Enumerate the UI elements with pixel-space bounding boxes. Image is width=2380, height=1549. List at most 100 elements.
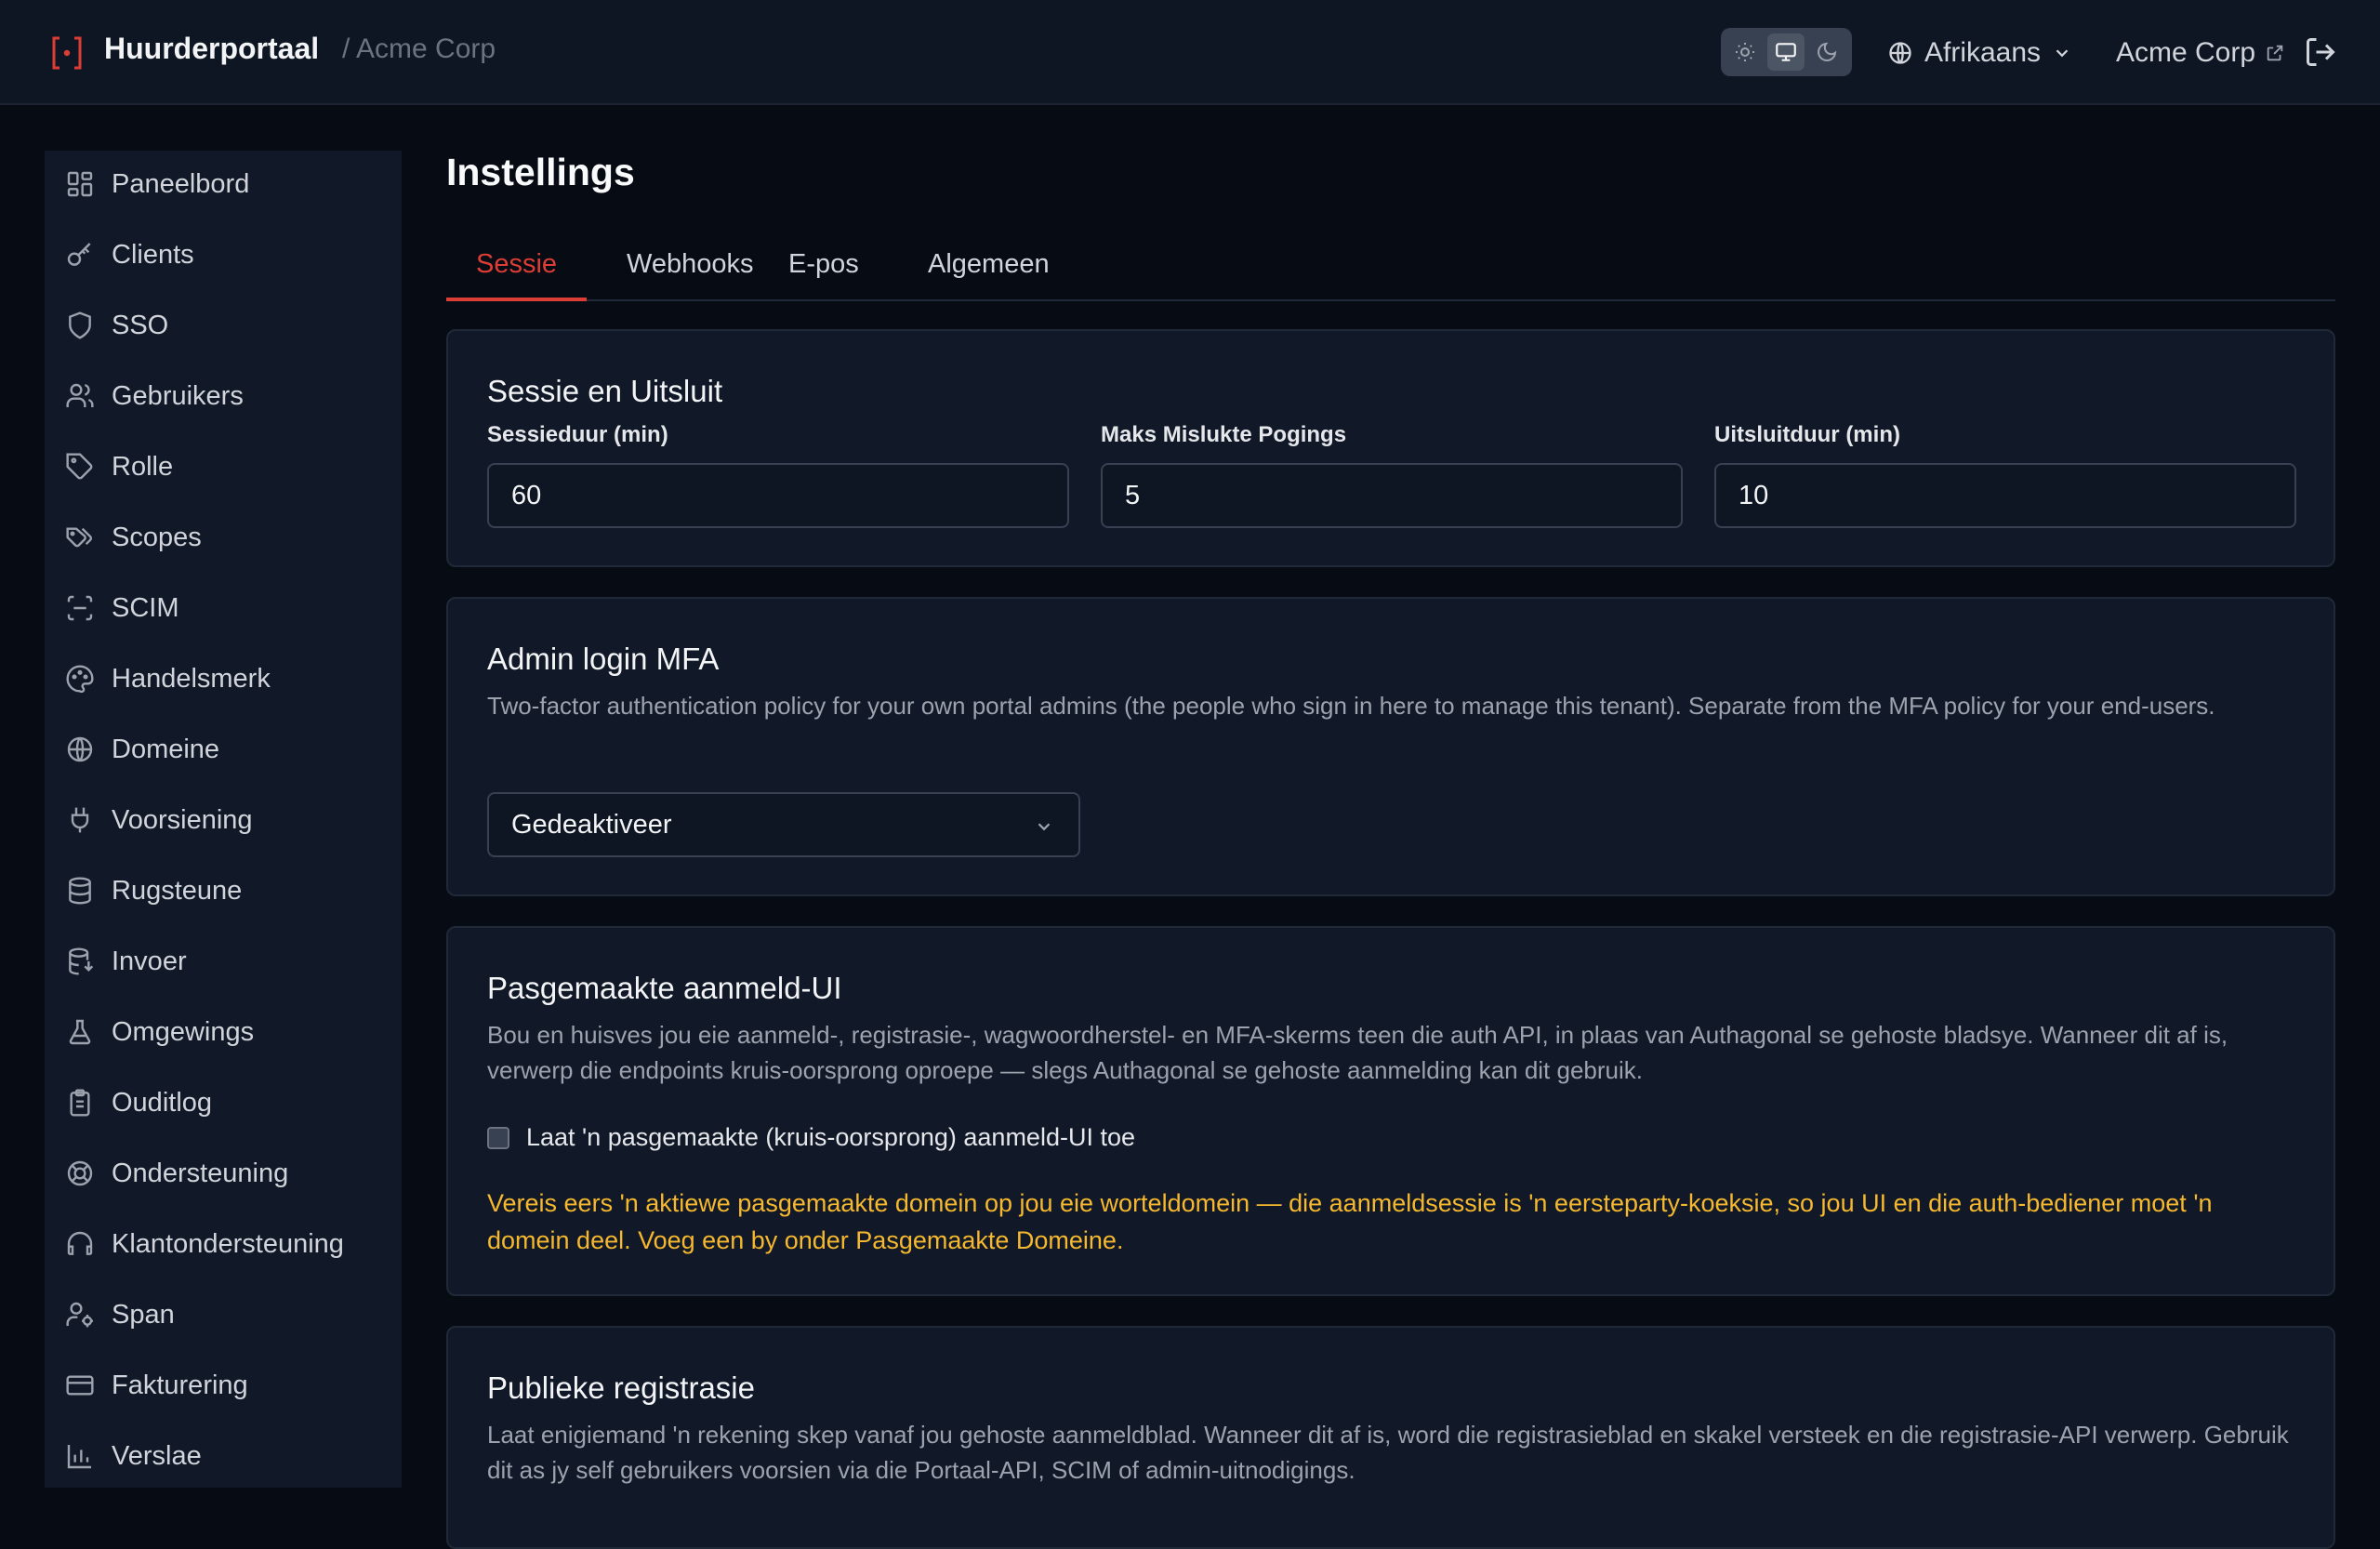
sidebar-item-label: Klantondersteuning (112, 1228, 344, 1259)
registration-card-title: Publieke registrasie (487, 1370, 755, 1405)
user-cog-icon (66, 1302, 93, 1328)
sidebar: Paneelbord Clients SSO Gebruikers Rolle … (45, 151, 402, 1488)
tenant-link-label: Acme Corp (2116, 37, 2256, 68)
top-bar: Huurderportaal / Acme Corp Afrikaans Acm… (0, 0, 2380, 105)
shield-icon (69, 311, 91, 339)
sidebar-item-label: Domeine (112, 734, 220, 764)
sidebar-item-label: Scopes (112, 522, 202, 552)
mfa-policy-select[interactable]: Gedeaktiveer (487, 792, 1080, 857)
mfa-card-title: Admin login MFA (487, 642, 720, 676)
plug-icon (71, 807, 89, 833)
session-card-title: Sessie en Uitsluit (487, 374, 723, 408)
sidebar-item-audit-log[interactable]: Ouditlog (45, 1073, 402, 1132)
sidebar-item-label: Ondersteuning (112, 1158, 289, 1188)
tag-icon (66, 453, 93, 480)
dashboard-icon (67, 171, 93, 197)
sidebar-item-scim[interactable]: SCIM (45, 578, 402, 638)
tab-webhooks[interactable]: Webhooks (597, 249, 784, 301)
sidebar-item-label: Fakturering (112, 1370, 248, 1400)
sidebar-item-label: Verslae (112, 1440, 202, 1471)
sidebar-item-roles[interactable]: Rolle (45, 437, 402, 496)
max-failed-attempts-label: Maks Mislukte Pogings (1101, 422, 1347, 447)
sidebar-item-label: Handelsmerk (112, 663, 271, 694)
logout-icon[interactable] (2304, 35, 2337, 69)
palette-icon (66, 665, 94, 694)
sidebar-item-billing[interactable]: Fakturering (45, 1356, 402, 1415)
moon-icon (1818, 42, 1837, 61)
flask-icon (69, 1019, 91, 1045)
language-label: Afrikaans (1924, 37, 2042, 68)
custom-ui-card-description: Bou en huisves jou eie aanmeld-, registr… (487, 1021, 2228, 1084)
sidebar-item-users[interactable]: Gebruikers (45, 366, 402, 426)
lifebuoy-icon (67, 1160, 93, 1186)
sidebar-item-label: Rolle (112, 451, 174, 482)
sidebar-item-label: Ouditlog (112, 1087, 213, 1118)
sidebar-item-label: Omgewings (112, 1016, 255, 1047)
credit-card-icon (66, 1375, 94, 1396)
lockout-duration-label: Uitsluitduur (min) (1714, 422, 1900, 447)
system-theme-button[interactable] (1767, 33, 1805, 71)
custom-ui-card-title: Pasgemaakte aanmeld-UI (487, 971, 842, 1005)
sidebar-item-domains[interactable]: Domeine (45, 720, 402, 779)
sidebar-item-team[interactable]: Span (45, 1285, 402, 1344)
sidebar-item-environments[interactable]: Omgewings (45, 1002, 402, 1062)
brand-logo-icon (52, 36, 82, 70)
database-icon (69, 877, 91, 905)
sidebar-item-label: Paneelbord (112, 168, 250, 199)
light-theme-button[interactable] (1726, 33, 1764, 71)
sidebar-item-sso[interactable]: SSO (45, 296, 402, 355)
allow-custom-ui-checkbox[interactable] (487, 1126, 509, 1149)
bar-chart-icon (67, 1445, 91, 1469)
tab-general[interactable]: Algemeen (898, 249, 1079, 301)
sidebar-item-clients[interactable]: Clients (45, 225, 402, 285)
sidebar-item-reports[interactable]: Verslae (45, 1426, 402, 1486)
dark-theme-button[interactable] (1808, 33, 1845, 71)
max-failed-attempts-input[interactable]: 5 (1101, 463, 1683, 528)
sidebar-item-label: SCIM (112, 592, 179, 623)
sidebar-item-customer-support[interactable]: Klantondersteuning (45, 1214, 402, 1274)
session-duration-label: Sessieduur (min) (487, 422, 668, 447)
session-lockout-card: Sessie en Uitsluit Sessieduur (min) 60 M… (446, 329, 2335, 567)
settings-tabs: Sessie Webhooks E-pos Algemeen (446, 232, 2335, 301)
sidebar-item-label: Clients (112, 239, 194, 270)
tab-email[interactable]: E-pos (759, 249, 889, 301)
allow-custom-ui-checkbox-row[interactable]: Laat 'n pasgemaakte (kruis-oorsprong) aa… (487, 1123, 1135, 1152)
sidebar-item-scopes[interactable]: Scopes (45, 508, 402, 567)
tags-icon (66, 527, 93, 548)
sun-icon (1736, 43, 1754, 61)
sidebar-item-label: Gebruikers (112, 380, 244, 411)
globe-icon (67, 736, 93, 762)
language-selector[interactable]: Afrikaans (1887, 32, 2072, 74)
sidebar-item-support[interactable]: Ondersteuning (45, 1144, 402, 1203)
sidebar-item-label: Span (112, 1299, 175, 1330)
monitor-icon (1776, 43, 1796, 61)
lockout-duration-input[interactable]: 10 (1714, 463, 2296, 528)
sidebar-item-branding[interactable]: Handelsmerk (45, 649, 402, 708)
clipboard-icon (70, 1089, 90, 1117)
allow-custom-ui-label: Laat 'n pasgemaakte (kruis-oorsprong) aa… (526, 1123, 1135, 1151)
globe-icon (1889, 42, 1911, 64)
theme-toggle (1721, 28, 1852, 76)
session-duration-input[interactable]: 60 (487, 463, 1069, 528)
database-import-icon (69, 947, 94, 975)
users-icon (66, 383, 94, 407)
sidebar-item-label: Rugsteune (112, 875, 243, 906)
tenant-breadcrumb: / Acme Corp (342, 33, 496, 64)
chevron-down-icon (2056, 49, 2069, 58)
headset-icon (67, 1231, 93, 1255)
mfa-card-description: Two-factor authentication policy for you… (487, 692, 2215, 720)
sidebar-item-label: Voorsiening (112, 804, 253, 835)
registration-card-description: Laat enigiemand 'n rekening skep vanaf j… (487, 1421, 2289, 1484)
page-title: Instellings (446, 151, 635, 193)
public-registration-card: Publieke registrasie Laat enigiemand 'n … (446, 1326, 2335, 1549)
sidebar-item-provisioning[interactable]: Voorsiening (45, 790, 402, 850)
sidebar-item-import[interactable]: Invoer (45, 932, 402, 991)
custom-login-ui-card: Pasgemaakte aanmeld-UI Bou en huisves jo… (446, 926, 2335, 1296)
brand-title: Huurderportaal (104, 32, 320, 65)
tab-session[interactable]: Sessie (446, 249, 588, 301)
external-link-icon (2267, 45, 2283, 61)
scan-icon (67, 595, 93, 621)
tenant-external-link[interactable]: Acme Corp (2116, 32, 2285, 74)
sidebar-item-dashboard[interactable]: Paneelbord (45, 154, 402, 214)
sidebar-item-backups[interactable]: Rugsteune (45, 861, 402, 920)
